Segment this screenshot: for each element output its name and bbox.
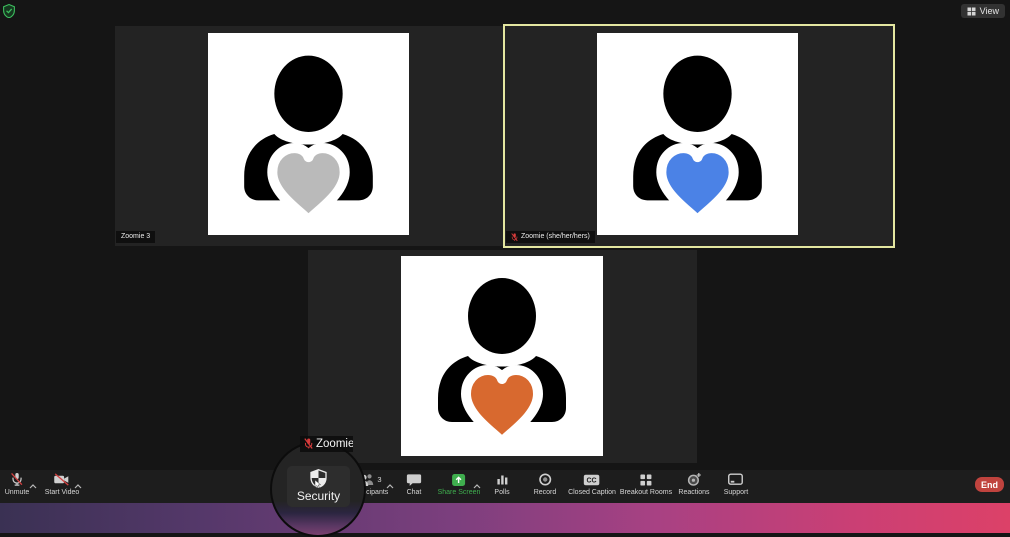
mic-muted-icon <box>9 472 25 487</box>
reactions-button[interactable]: Reactions <box>678 472 709 496</box>
share-options-chevron[interactable] <box>473 476 481 494</box>
avatar <box>401 256 603 456</box>
participant-name-label: Zoomie 3 <box>116 231 155 243</box>
closed-caption-icon: CC <box>584 472 601 487</box>
breakout-rooms-button[interactable]: Breakout Rooms <box>620 472 672 496</box>
meeting-toolbar: Unmute Start Video 3 Participants <box>0 470 1010 503</box>
heart-icon <box>272 148 344 220</box>
closed-caption-label: Closed Caption <box>568 489 616 496</box>
end-meeting-button[interactable]: End <box>975 477 1004 492</box>
video-tile-zoomie-bottom[interactable] <box>308 250 697 463</box>
desktop-gradient <box>0 503 1010 533</box>
participants-count: 3 <box>377 475 381 484</box>
breakout-rooms-icon <box>639 472 653 487</box>
security-button[interactable]: Security <box>287 466 350 507</box>
heart-icon <box>466 370 538 442</box>
polls-icon <box>495 472 509 487</box>
avatar <box>597 33 798 235</box>
support-icon <box>728 472 744 487</box>
reactions-icon <box>686 472 701 487</box>
encryption-shield-icon <box>3 4 15 18</box>
video-tile-zoomie-active[interactable]: Zoomie (she/her/hers) <box>503 24 895 248</box>
video-options-chevron[interactable] <box>74 476 82 494</box>
reactions-label: Reactions <box>678 489 709 496</box>
record-icon <box>537 472 552 487</box>
view-button[interactable]: View <box>961 4 1005 18</box>
record-button[interactable]: Record <box>534 472 557 496</box>
security-shield-icon <box>310 469 327 488</box>
unmute-label: Unmute <box>5 489 30 496</box>
video-tile-zoomie3[interactable]: Zoomie 3 <box>115 26 503 246</box>
polls-label: Polls <box>494 489 509 496</box>
svg-text:CC: CC <box>587 477 597 484</box>
magnified-name-label: Zoomie <box>300 436 353 452</box>
chat-button[interactable]: Chat <box>407 472 422 496</box>
view-button-label: View <box>980 6 999 16</box>
grid-view-icon <box>967 7 976 16</box>
support-label: Support <box>724 489 749 496</box>
support-button[interactable]: Support <box>724 472 749 496</box>
heart-icon <box>661 148 733 220</box>
camera-off-icon <box>53 472 71 487</box>
closed-caption-button[interactable]: CC Closed Caption <box>568 472 616 496</box>
avatar <box>208 33 409 235</box>
record-label: Record <box>534 489 557 496</box>
unmute-button[interactable]: Unmute <box>5 472 30 496</box>
share-screen-icon <box>451 472 467 487</box>
chat-icon <box>407 472 422 487</box>
security-label: Security <box>297 489 340 503</box>
end-label: End <box>981 480 998 490</box>
participants-options-chevron[interactable] <box>386 476 394 494</box>
mic-muted-icon <box>511 233 518 242</box>
unmute-options-chevron[interactable] <box>29 476 37 494</box>
breakout-rooms-label: Breakout Rooms <box>620 489 672 496</box>
mic-muted-icon <box>304 438 313 450</box>
chat-label: Chat <box>407 489 422 496</box>
polls-button[interactable]: Polls <box>494 472 509 496</box>
participant-name-label: Zoomie (she/her/hers) <box>506 231 595 243</box>
